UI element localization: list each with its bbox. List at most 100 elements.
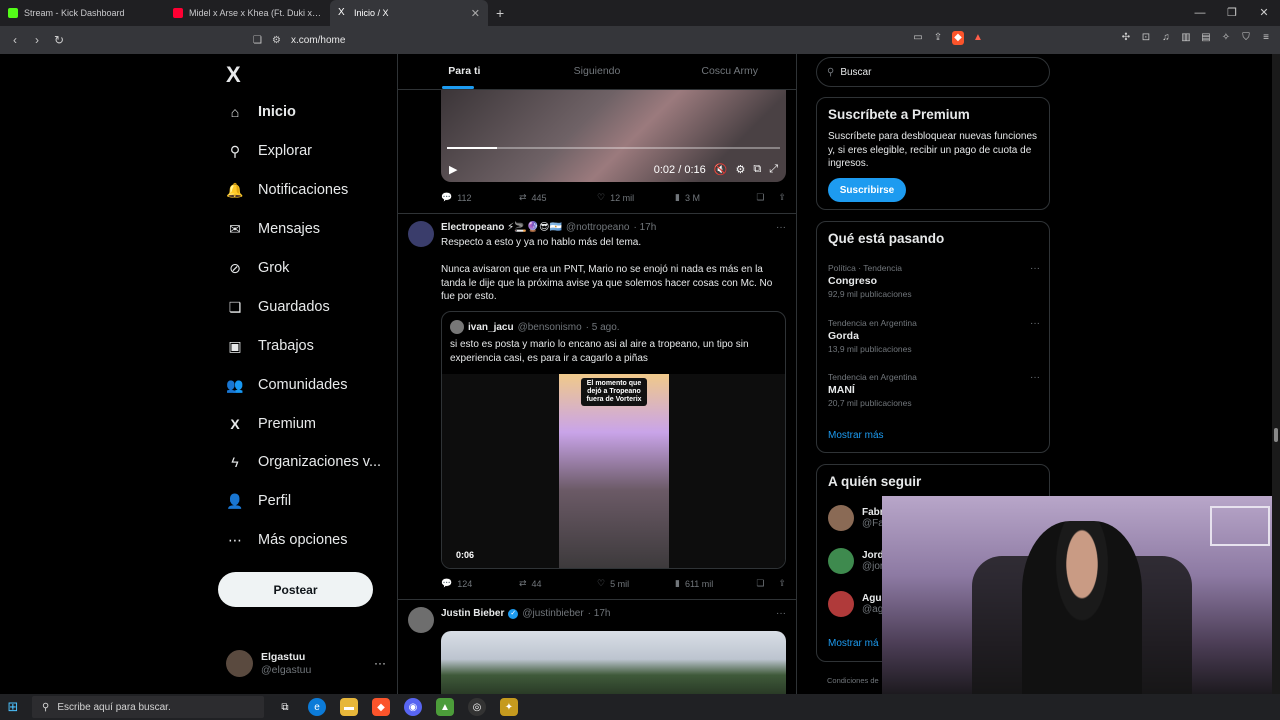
sidebar-item-grok[interactable]: ⊘ Grok	[226, 256, 289, 280]
obs-icon[interactable]: ◎	[468, 698, 486, 716]
bookmark-icon[interactable]: ❏	[756, 192, 764, 203]
like-button[interactable]: ♡ 5 mil	[597, 578, 675, 589]
new-tab-button[interactable]: +	[488, 5, 512, 21]
follow-suggestion[interactable]: Agus @agi	[828, 591, 887, 617]
brave-shields-icon[interactable]: ◆	[952, 31, 964, 45]
reload-icon[interactable]: ↻	[52, 33, 66, 47]
scrollbar-thumb[interactable]	[1274, 428, 1278, 442]
menu-icon[interactable]: ≡	[1260, 31, 1272, 45]
task-view-icon[interactable]: ⧉	[276, 698, 294, 716]
sidebar-icon[interactable]: ▥	[1180, 31, 1192, 45]
footer-links[interactable]: Condiciones de	[827, 676, 879, 685]
tab-coscu-army[interactable]: Coscu Army	[663, 54, 796, 89]
quoted-video[interactable]: El momento que dejó a Tropeano fuera de …	[442, 374, 785, 568]
more-icon[interactable]: ···	[1030, 262, 1040, 275]
sidebar-item-inicio[interactable]: ⌂ Inicio	[226, 100, 296, 124]
bookmark-page-icon[interactable]: ❏	[253, 35, 262, 46]
x-logo-icon[interactable]: X	[226, 62, 241, 88]
sidebar-item-premium[interactable]: X Premium	[226, 412, 316, 436]
post-media[interactable]	[441, 631, 786, 694]
taskbar-search-input[interactable]: ⚲ Escribe aquí para buscar.	[32, 696, 264, 718]
address-bar[interactable]: ❏ ⚙ x.com/home	[245, 29, 990, 51]
close-window-icon[interactable]: ✕	[1248, 0, 1280, 26]
trend-item[interactable]: Política · Tendencia Congreso 92,9 mil p…	[828, 262, 1040, 301]
app-icon[interactable]: ✦	[500, 698, 518, 716]
close-tab-icon[interactable]: ✕	[471, 7, 480, 20]
sidebar-item-explorar[interactable]: ⚲ Explorar	[226, 139, 312, 163]
author-handle[interactable]: @nottropeano	[566, 222, 630, 233]
search-input[interactable]: ⚲ Buscar	[816, 57, 1050, 87]
views-button[interactable]: ▮ 3 M	[675, 192, 753, 203]
sidebar-item-comunidades[interactable]: 👥 Comunidades	[226, 373, 347, 397]
share-icon[interactable]: ⇪	[778, 578, 786, 589]
follow-suggestion[interactable]: Jordi @jor	[828, 548, 886, 574]
brave-rewards-icon[interactable]: ▲	[972, 31, 984, 45]
cast-icon[interactable]: ▭	[912, 31, 924, 45]
pip-icon[interactable]: ⧉	[753, 163, 761, 176]
repost-button[interactable]: ⇄ 44	[519, 578, 597, 589]
quoted-post[interactable]: ivan_jacu @bensonismo · 5 ago. si esto e…	[441, 311, 786, 569]
sidebar-item-trabajos[interactable]: ▣ Trabajos	[226, 334, 314, 358]
like-button[interactable]: ♡ 12 mil	[597, 192, 675, 203]
post-time[interactable]: · 17h	[633, 222, 656, 233]
bookmark-icon[interactable]: ❏	[756, 578, 764, 589]
forward-icon[interactable]: ›	[30, 33, 44, 47]
mute-icon[interactable]: 🔇	[714, 163, 728, 176]
share-icon[interactable]: ⇪	[932, 31, 944, 45]
minimize-icon[interactable]: —	[1184, 0, 1216, 26]
site-info-icon[interactable]: ⚙	[272, 35, 281, 46]
brave-icon[interactable]: ◆	[372, 698, 390, 716]
trend-item[interactable]: Tendencia en Argentina Gorda 13,9 mil pu…	[828, 317, 1040, 356]
sidebar-item-organizaciones[interactable]: ϟ Organizaciones v...	[226, 450, 381, 474]
vpn-icon[interactable]: ⛉	[1240, 31, 1252, 45]
show-more-trends-link[interactable]: Mostrar más	[828, 430, 884, 441]
music-icon[interactable]: ♫	[1160, 31, 1172, 45]
sidebar-item-perfil[interactable]: 👤 Perfil	[226, 489, 291, 513]
more-icon[interactable]: ···	[374, 656, 386, 670]
repost-button[interactable]: ⇄ 445	[519, 192, 597, 203]
more-icon[interactable]: ···	[1030, 317, 1040, 330]
reply-button[interactable]: 💬 124	[441, 578, 519, 589]
trend-item[interactable]: Tendencia en Argentina MANÍ 20,7 mil pub…	[828, 371, 1040, 410]
show-more-follow-link[interactable]: Mostrar má	[828, 638, 879, 649]
author-handle[interactable]: @justinbieber	[522, 608, 583, 619]
browser-tab-youtube[interactable]: Midel x Arse x Khea (Ft. Duki x Klave)	[165, 0, 330, 26]
follow-suggestion[interactable]: Fabr @Fat	[828, 505, 887, 531]
restore-icon[interactable]: ❐	[1216, 0, 1248, 26]
settings-icon[interactable]: ⚙	[735, 163, 745, 176]
play-icon[interactable]: ▶	[449, 163, 457, 176]
more-icon[interactable]: ···	[1030, 371, 1040, 384]
browser-tab-x[interactable]: X Inicio / X ✕	[330, 0, 488, 26]
sidebar-item-guardados[interactable]: ❏ Guardados	[226, 295, 330, 319]
back-icon[interactable]: ‹	[8, 33, 22, 47]
reply-button[interactable]: 💬 112	[441, 192, 519, 203]
more-icon[interactable]: ···	[776, 608, 786, 619]
share-icon[interactable]: ⇪	[778, 192, 786, 203]
edge-icon[interactable]: e	[308, 698, 326, 716]
leo-ai-icon[interactable]: ✧	[1220, 31, 1232, 45]
avatar[interactable]	[408, 221, 434, 247]
post-button[interactable]: Postear	[218, 572, 373, 607]
sidebar-item-mas-opciones[interactable]: ⋯ Más opciones	[226, 528, 347, 552]
extensions-icon[interactable]: ✣	[1120, 31, 1132, 45]
video-player[interactable]: ▶ 0:02 / 0:16 🔇 ⚙ ⧉ ⤢	[441, 90, 786, 182]
windows-start-icon[interactable]: ⊞	[0, 694, 26, 720]
discord-icon[interactable]: ◉	[404, 698, 422, 716]
sidebar-item-notificaciones[interactable]: 🔔 Notificaciones	[226, 178, 348, 202]
tab-para-ti[interactable]: Para ti	[398, 54, 531, 89]
author-name[interactable]: Justin Bieber	[441, 608, 504, 619]
views-button[interactable]: ▮ 611 mil	[675, 578, 753, 589]
post-time[interactable]: · 17h	[588, 608, 611, 619]
file-explorer-icon[interactable]: ▬	[340, 698, 358, 716]
avatar[interactable]	[408, 607, 434, 633]
author-name[interactable]: Electropeano ⚡🚬🔮😎🇦🇷	[441, 222, 562, 233]
app-icon[interactable]: ▲	[436, 698, 454, 716]
more-icon[interactable]: ···	[776, 222, 786, 233]
fullscreen-icon[interactable]: ⤢	[769, 163, 778, 176]
tab-search-icon[interactable]: ⊡	[1140, 31, 1152, 45]
video-progress-bar[interactable]	[447, 147, 780, 149]
sidebar-item-mensajes[interactable]: ✉ Mensajes	[226, 217, 320, 241]
page-scrollbar[interactable]	[1272, 54, 1280, 694]
tab-siguiendo[interactable]: Siguiendo	[531, 54, 664, 89]
browser-tab-kick[interactable]: Stream - Kick Dashboard	[0, 0, 165, 26]
